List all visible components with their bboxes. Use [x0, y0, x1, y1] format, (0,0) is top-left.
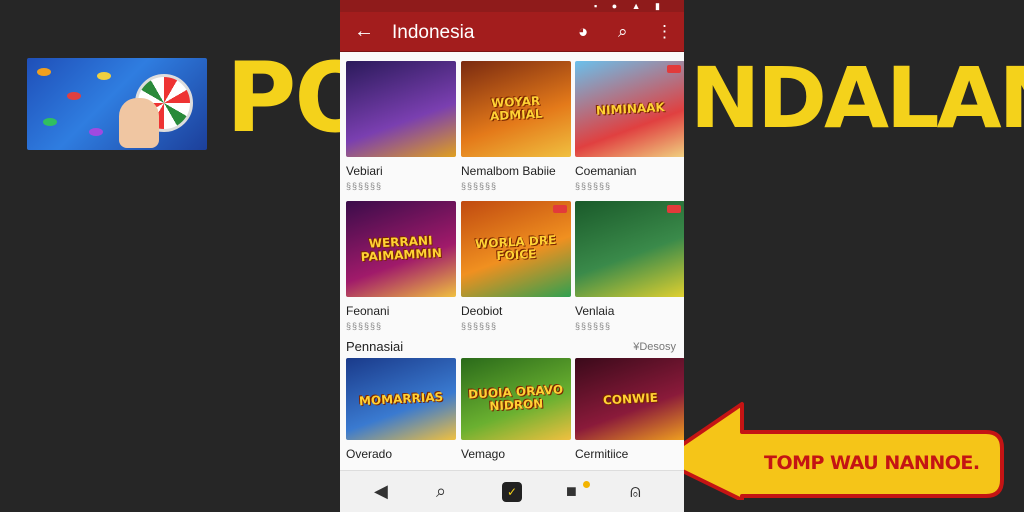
game-tile[interactable]: Vebiari §§§§§§: [346, 61, 456, 192]
hand-decoration: [119, 98, 159, 148]
section-title: Pennasiai: [346, 339, 404, 354]
game-name: Deobiot: [461, 304, 503, 318]
fish-decoration: [43, 118, 57, 126]
notification-dot: [583, 481, 590, 488]
chat-icon[interactable]: ◕: [578, 22, 588, 42]
app-bar: ← Indonesia ◕ ⌕ ⋮: [340, 12, 684, 52]
game-name: Nemalbom Babiie: [461, 164, 556, 178]
game-art: DUOIA ORAVO NIDRON: [461, 358, 571, 440]
home-icon[interactable]: ✓: [502, 482, 522, 502]
game-art: WERRANI PAIMAMMIN: [346, 201, 456, 297]
game-art: CONWIE: [575, 358, 684, 440]
game-art: [346, 61, 456, 157]
game-tile[interactable]: Venlaia §§§§§§: [575, 201, 684, 332]
game-tile[interactable]: WORLA DRE FOICE Deobiot §§§§§§: [461, 201, 571, 332]
game-name: Vebiari: [346, 164, 383, 178]
banner-thumbnail: [27, 58, 207, 150]
search-icon[interactable]: ⌕: [618, 22, 628, 42]
arrow-left-icon: [658, 402, 1004, 500]
new-badge: [667, 65, 681, 73]
banner-headline-right: NDALAN: [690, 49, 1024, 147]
game-art: [575, 201, 684, 297]
callout-arrow: TOMP WAU NANNOE.: [656, 400, 1004, 500]
inbox-icon[interactable]: ■: [566, 481, 577, 501]
phone-screen: ▪ ● ▲ ▮ ← Indonesia ◕ ⌕ ⋮ Vebiari §§§§§§…: [340, 0, 684, 512]
game-art: NIMINAAK: [575, 61, 684, 157]
new-badge: [667, 205, 681, 213]
content-area: Vebiari §§§§§§ WOYAR ADMIAL Nemalbom Bab…: [340, 52, 684, 470]
game-name: Venlaia: [575, 304, 615, 318]
fish-decoration: [89, 128, 103, 136]
game-meta: §§§§§§: [575, 181, 612, 191]
new-badge: [553, 205, 567, 213]
game-tile[interactable]: NIMINAAK Coemanian §§§§§§: [575, 61, 684, 192]
fish-decoration: [97, 72, 111, 80]
game-tile[interactable]: WOYAR ADMIAL Nemalbom Babiie §§§§§§: [461, 61, 571, 192]
game-name: Vemago: [461, 447, 506, 461]
search-icon[interactable]: ⌕: [436, 481, 446, 501]
game-art: WOYAR ADMIAL: [461, 61, 571, 157]
page-title: Indonesia: [392, 22, 475, 43]
fish-decoration: [37, 68, 51, 76]
game-name: Overado: [346, 447, 393, 461]
fish-decoration: [67, 92, 81, 100]
game-tile[interactable]: DUOIA ORAVO NIDRON Vemago: [461, 358, 571, 461]
status-icons: ▪ ● ▲ ▮: [594, 1, 666, 11]
profile-icon[interactable]: ⍝: [630, 481, 641, 501]
game-meta: §§§§§§: [461, 181, 498, 191]
game-meta: §§§§§§: [346, 181, 383, 191]
game-name: Coemanian: [575, 164, 637, 178]
more-icon[interactable]: ⋮: [656, 22, 673, 42]
see-more-link[interactable]: ¥Desosy: [633, 341, 676, 353]
game-meta: §§§§§§: [575, 321, 612, 331]
status-bar: ▪ ● ▲ ▮: [340, 0, 684, 12]
bottom-nav: ◀ ⌕ ✓ ■ ⍝: [340, 470, 684, 512]
game-art: MOMARRIAS: [346, 358, 456, 440]
game-tile[interactable]: CONWIE Cermitiice: [575, 358, 684, 461]
game-tile[interactable]: WERRANI PAIMAMMIN Feonani §§§§§§: [346, 201, 456, 332]
game-art: WORLA DRE FOICE: [461, 201, 571, 297]
callout-label: TOMP WAU NANNOE.: [764, 452, 980, 474]
game-meta: §§§§§§: [346, 321, 383, 331]
back-arrow-icon[interactable]: ←: [354, 21, 374, 41]
game-name: Cermitiice: [575, 447, 629, 461]
game-name: Feonani: [346, 304, 390, 318]
game-meta: §§§§§§: [461, 321, 498, 331]
back-icon[interactable]: ◀: [374, 481, 388, 501]
game-tile[interactable]: MOMARRIAS Overado: [346, 358, 456, 461]
